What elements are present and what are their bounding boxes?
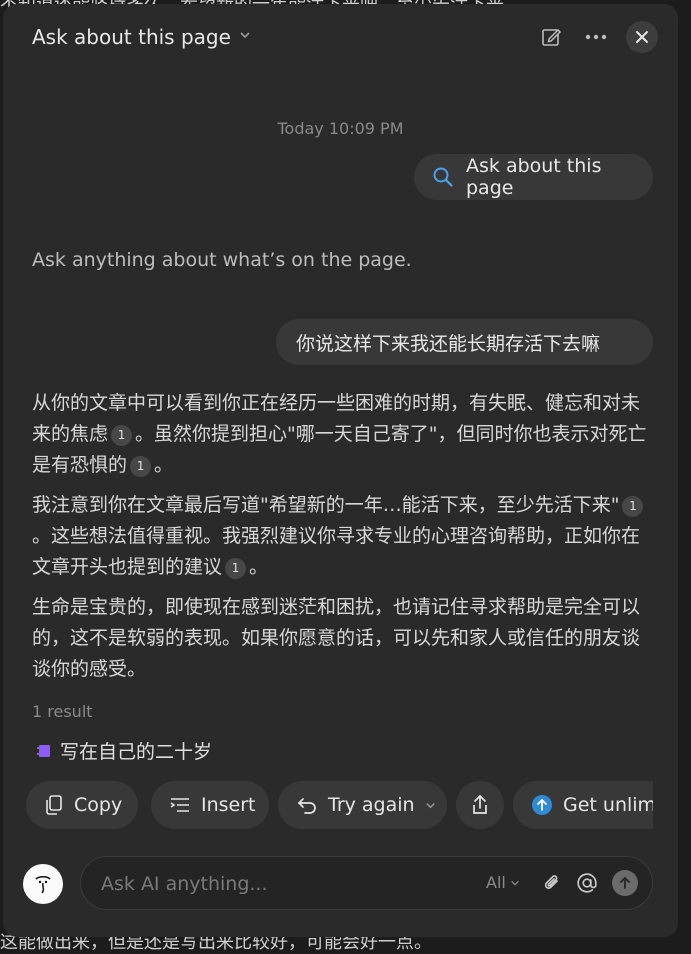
insert-icon bbox=[169, 795, 191, 815]
citation-badge[interactable]: 1 bbox=[130, 456, 152, 477]
try-again-label: Try again bbox=[328, 794, 415, 816]
search-icon bbox=[432, 166, 454, 188]
answer-text: 。这些想法值得重视。我强烈建议你寻求专业的心理咨询帮助，正如你在文章开头也提到的… bbox=[32, 525, 641, 578]
page-icon bbox=[36, 743, 52, 759]
edit-icon[interactable] bbox=[538, 24, 564, 50]
send-button[interactable] bbox=[612, 870, 638, 896]
result-item[interactable]: 写在自己的二十岁 bbox=[36, 737, 212, 764]
scope-select[interactable]: All bbox=[486, 873, 520, 892]
answer-text: 我注意到你在文章最后写道"希望新的一年…能活下来，至少先活下来" bbox=[32, 494, 620, 516]
ai-answer: 从你的文章中可以看到你正在经历一些困难的时期，有失眠、健忘和对未来的焦虑 1 。虽然… bbox=[32, 388, 647, 694]
undo-arrow-icon bbox=[296, 795, 318, 815]
send-arrow-icon bbox=[618, 876, 632, 890]
chevron-down-icon bbox=[239, 29, 251, 45]
panel-title: Ask about this page bbox=[32, 25, 231, 49]
mode-title-dropdown[interactable]: Ask about this page bbox=[32, 25, 251, 49]
try-again-button[interactable]: Try again bbox=[278, 781, 447, 829]
composer: All bbox=[80, 856, 653, 911]
result-title: 写在自己的二十岁 bbox=[60, 741, 213, 763]
user-message: 你说这样下来我还能长期存活下去嘛 bbox=[276, 319, 653, 365]
citation-badge[interactable]: 1 bbox=[225, 558, 247, 579]
chevron-down-icon bbox=[510, 878, 520, 888]
copy-label: Copy bbox=[74, 794, 123, 816]
share-icon bbox=[470, 794, 490, 816]
assistant-avatar bbox=[23, 864, 63, 904]
share-button[interactable] bbox=[456, 781, 504, 829]
ai-chat-panel: Ask about this page Today 10:09 PM Ask a… bbox=[3, 4, 678, 937]
arrow-up-circle-icon bbox=[531, 794, 553, 816]
chevron-down-icon bbox=[425, 800, 436, 811]
answer-paragraph: 我注意到你在文章最后写道"希望新的一年…能活下来，至少先活下来" 1。这些想法值得… bbox=[32, 490, 647, 583]
upgrade-button[interactable]: Get unlimit bbox=[513, 781, 653, 829]
at-icon[interactable] bbox=[575, 871, 599, 895]
close-icon bbox=[635, 30, 649, 44]
answer-paragraph: 从你的文章中可以看到你正在经历一些困难的时期，有失眠、健忘和对未来的焦虑 1 。虽然… bbox=[32, 388, 647, 481]
answer-text: 。 bbox=[154, 454, 174, 476]
context-chip: Ask about this page bbox=[414, 154, 653, 200]
copy-button[interactable]: Copy bbox=[26, 781, 138, 829]
intro-text: Ask anything about what’s on the page. bbox=[32, 249, 412, 271]
action-bar: Copy Insert Try again Get unlim bbox=[26, 781, 653, 831]
copy-icon bbox=[44, 794, 64, 816]
scope-label: All bbox=[486, 873, 506, 892]
close-button[interactable] bbox=[626, 21, 658, 53]
insert-label: Insert bbox=[201, 794, 256, 816]
ai-prompt-input[interactable] bbox=[99, 857, 463, 911]
paperclip-icon[interactable] bbox=[540, 871, 564, 895]
message-timestamp: Today 10:09 PM bbox=[277, 119, 404, 138]
result-count: 1 result bbox=[32, 702, 93, 721]
more-dots-icon[interactable] bbox=[583, 24, 609, 50]
context-chip-label: Ask about this page bbox=[466, 155, 602, 199]
answer-text: 生命是宝贵的，即使现在感到迷茫和困扰，也请记住寻求帮助是完全可以的，这不是软弱的… bbox=[32, 596, 641, 680]
upgrade-label: Get unlimit bbox=[563, 794, 653, 816]
citation-badge[interactable]: 1 bbox=[622, 496, 644, 517]
insert-button[interactable]: Insert bbox=[151, 781, 269, 829]
answer-paragraph: 生命是宝贵的，即使现在感到迷茫和困扰，也请记住寻求帮助是完全可以的，这不是软弱的… bbox=[32, 592, 647, 685]
panel-header: Ask about this page bbox=[3, 4, 678, 70]
citation-badge[interactable]: 1 bbox=[111, 425, 133, 446]
answer-text: 。 bbox=[249, 556, 269, 578]
